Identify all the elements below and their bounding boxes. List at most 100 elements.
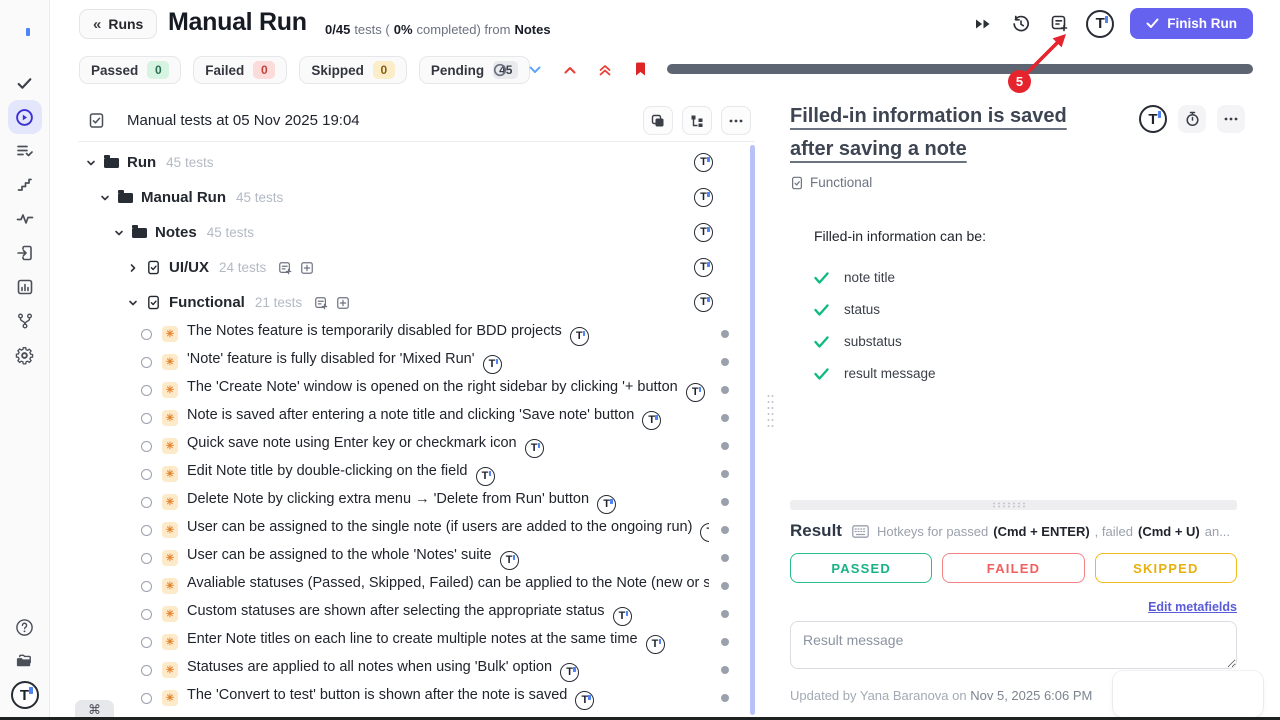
status-circle-icon[interactable]: [141, 413, 152, 424]
chevron-down-icon[interactable]: [100, 193, 110, 203]
more-menu-icon[interactable]: [721, 106, 751, 135]
result-resize-handle[interactable]: [790, 500, 1237, 510]
user-avatar-icon[interactable]: [1086, 10, 1114, 38]
edit-metafields-link[interactable]: Edit metafields: [1148, 600, 1237, 614]
fast-forward-icon[interactable]: [972, 13, 994, 35]
help-icon[interactable]: [8, 610, 42, 644]
assignee-avatar-icon[interactable]: [613, 607, 632, 626]
report-chart-icon[interactable]: [8, 270, 42, 304]
list-check-icon[interactable]: [8, 134, 42, 168]
test-row[interactable]: ✳Avaliable statuses (Passed, Skipped, Fa…: [78, 572, 755, 600]
status-circle-icon[interactable]: [141, 385, 152, 396]
suite-row-functional[interactable]: Functional 21 tests: [78, 285, 755, 320]
assignee-avatar-icon[interactable]: [686, 383, 705, 402]
suite-row-notes[interactable]: Notes 45 tests: [78, 215, 755, 250]
status-circle-icon[interactable]: [141, 497, 152, 508]
status-circle-icon[interactable]: [141, 693, 152, 704]
filter-failed[interactable]: Failed 0: [193, 56, 287, 84]
test-row[interactable]: ✳Statuses are applied to all notes when …: [78, 656, 755, 684]
add-note-icon[interactable]: [314, 296, 328, 310]
test-row[interactable]: ✳Edit Note title by double-clicking on t…: [78, 460, 755, 488]
status-circle-icon[interactable]: [141, 525, 152, 536]
status-circle-icon[interactable]: [141, 441, 152, 452]
assignee-avatar-icon[interactable]: [642, 411, 661, 430]
result-message-input[interactable]: [790, 621, 1237, 669]
pulse-icon[interactable]: [8, 202, 42, 236]
test-row[interactable]: ✳Custom statuses are shown after selecti…: [78, 600, 755, 628]
test-row[interactable]: ✳User can be assigned to the single note…: [78, 516, 755, 544]
test-row[interactable]: ✳Delete Note by clicking extra menu → 'D…: [78, 488, 755, 516]
status-circle-icon[interactable]: [141, 553, 152, 564]
detail-suite-link[interactable]: Functional: [790, 175, 1255, 190]
assignee-avatar-icon[interactable]: [525, 439, 544, 458]
testomat-logo-icon[interactable]: [8, 10, 42, 44]
branch-icon[interactable]: [8, 304, 42, 338]
test-row[interactable]: ✳Quick save note using Enter key or chec…: [78, 432, 755, 460]
assignee-avatar-icon[interactable]: [646, 635, 665, 654]
finish-run-button[interactable]: Finish Run: [1130, 8, 1253, 39]
suite-row-manual-run[interactable]: Manual Run 45 tests: [78, 180, 755, 215]
assignee-avatar-icon[interactable]: [1139, 105, 1167, 133]
status-circle-icon[interactable]: [141, 665, 152, 676]
add-test-icon[interactable]: [336, 296, 350, 310]
skipped-button[interactable]: SKIPPED: [1095, 553, 1237, 583]
test-row[interactable]: ✳The 'Create Note' window is opened on t…: [78, 376, 755, 404]
timer-icon[interactable]: [1178, 105, 1206, 133]
status-circle-icon[interactable]: [141, 637, 152, 648]
filter-skipped[interactable]: Skipped 0: [299, 56, 407, 84]
bookmark-icon[interactable]: [633, 62, 647, 77]
test-row[interactable]: ✳User can be assigned to the whole 'Note…: [78, 544, 755, 572]
test-row[interactable]: ✳The Notes feature is temporarily disabl…: [78, 320, 755, 348]
filter-passed[interactable]: Passed 0: [79, 56, 181, 84]
assignee-avatar-icon[interactable]: [483, 355, 502, 374]
back-to-runs-button[interactable]: « Runs: [79, 9, 157, 39]
assignee-avatar-icon[interactable]: [570, 327, 589, 346]
status-circle-icon[interactable]: [141, 581, 152, 592]
detail-test-title[interactable]: Filled-in information is saved after sav…: [790, 95, 1102, 166]
add-note-icon[interactable]: [278, 261, 292, 275]
test-row[interactable]: ✳Enter Note titles on each line to creat…: [78, 628, 755, 656]
assignee-avatar-icon[interactable]: [575, 691, 594, 710]
chevron-right-icon[interactable]: [128, 263, 138, 273]
chevron-down-icon[interactable]: [86, 158, 96, 168]
failed-button[interactable]: FAILED: [942, 553, 1084, 583]
panel-resize-handle[interactable]: [766, 393, 775, 429]
user-avatar-icon[interactable]: [8, 678, 42, 712]
run-play-icon[interactable]: [8, 100, 42, 134]
test-row[interactable]: ✳Note is saved after entering a note tit…: [78, 404, 755, 432]
copy-icon[interactable]: [643, 106, 673, 135]
steps-icon[interactable]: [8, 168, 42, 202]
assignee-avatar-icon[interactable]: [597, 495, 616, 514]
status-circle-icon[interactable]: [141, 357, 152, 368]
suite-row-uiux[interactable]: UI/UX 24 tests: [78, 250, 755, 285]
test-row[interactable]: ✳'Note' feature is fully disabled for 'M…: [78, 348, 755, 376]
hierarchy-icon[interactable]: [682, 106, 712, 135]
assignee-avatar-icon[interactable]: [700, 523, 709, 542]
assignee-avatar-icon[interactable]: [476, 467, 495, 486]
double-chevron-up-icon[interactable]: [598, 64, 612, 76]
assignee-avatar-icon[interactable]: [694, 188, 713, 207]
test-row[interactable]: ✳The 'Convert to test' button is shown a…: [78, 684, 755, 712]
status-circle-icon[interactable]: [141, 469, 152, 480]
status-circle-icon[interactable]: [141, 329, 152, 340]
import-icon[interactable]: [8, 236, 42, 270]
chevron-down-icon[interactable]: [114, 228, 124, 238]
more-menu-icon[interactable]: [1217, 105, 1245, 133]
assignee-avatar-icon[interactable]: [560, 663, 579, 682]
assignee-avatar-icon[interactable]: [694, 258, 713, 277]
chevron-up-icon[interactable]: [563, 66, 577, 74]
suite-row-run[interactable]: Run 45 tests: [78, 145, 755, 180]
tree-scrollbar[interactable]: [750, 145, 755, 715]
status-circle-icon[interactable]: [141, 609, 152, 620]
assignee-avatar-icon[interactable]: [694, 153, 713, 172]
chevron-down-icon[interactable]: [528, 66, 542, 74]
check-icon[interactable]: [8, 66, 42, 100]
settings-gear-icon[interactable]: [8, 338, 42, 372]
projects-folder-icon[interactable]: [8, 644, 42, 678]
assignee-avatar-icon[interactable]: [694, 293, 713, 312]
assignee-avatar-icon[interactable]: [500, 551, 519, 570]
passed-button[interactable]: PASSED: [790, 553, 932, 583]
chevron-down-icon[interactable]: [128, 298, 138, 308]
assignee-avatar-icon[interactable]: [694, 223, 713, 242]
add-test-icon[interactable]: [300, 261, 314, 275]
